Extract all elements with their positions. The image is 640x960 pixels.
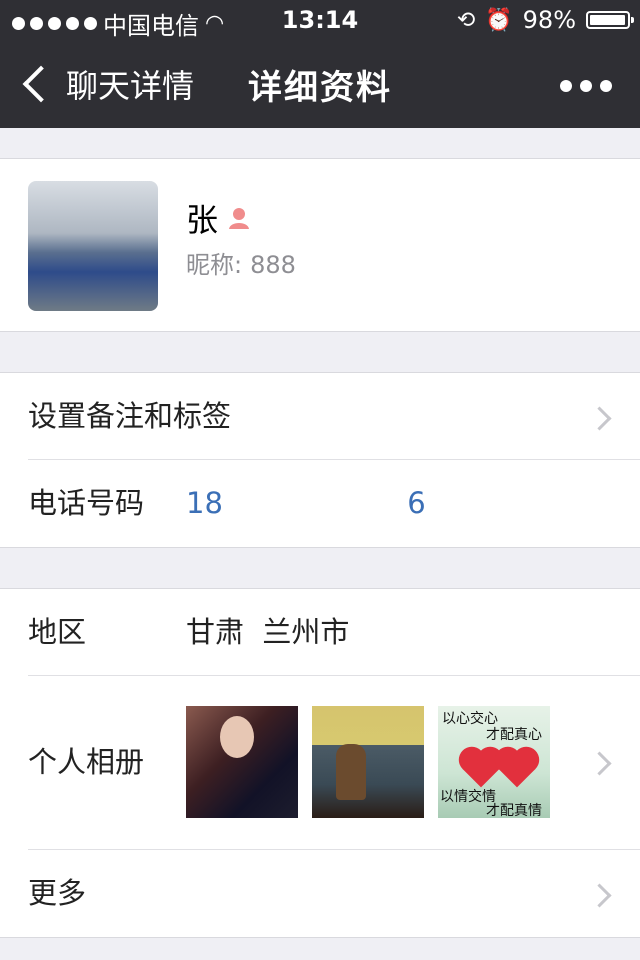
status-right: ⟲ ⏰ 98% xyxy=(456,6,634,34)
region-row: 地区 甘肃 兰州市 xyxy=(0,589,640,675)
profile-name: 张 xyxy=(186,201,219,239)
info-group-1: 设置备注和标签 电话号码 18 6 xyxy=(0,372,640,548)
album-photo[interactable] xyxy=(186,706,298,818)
nickname-row: 昵称: 888 xyxy=(186,245,296,280)
personal-album-label: 个人相册 xyxy=(28,745,145,779)
album-photos: 以心交心 才配真心 以情交情 才配真情 xyxy=(186,706,550,818)
alarm-icon: ⏰ xyxy=(485,7,513,33)
female-icon xyxy=(229,208,250,229)
photo-text: 才配真心 xyxy=(486,727,542,743)
more-label: 更多 xyxy=(28,876,87,910)
rotation-lock-icon: ⟲ xyxy=(456,7,476,33)
more-options-button[interactable] xyxy=(560,80,612,92)
more-dot-icon xyxy=(580,80,592,92)
info-group-2: 地区 甘肃 兰州市 个人相册 以心交心 才配真心 以情交情 才配真情 更多 xyxy=(0,588,640,938)
more-dot-icon xyxy=(600,80,612,92)
chevron-right-icon xyxy=(587,751,612,776)
page-title: 详细资料 xyxy=(248,68,392,108)
album-photo[interactable]: 以心交心 才配真心 以情交情 才配真情 xyxy=(438,706,550,818)
chevron-right-icon xyxy=(587,406,612,431)
remark-and-tags-row[interactable]: 设置备注和标签 xyxy=(0,373,640,459)
phone-value[interactable]: 18 6 xyxy=(186,460,426,546)
battery-level xyxy=(590,15,626,25)
profile-name-row: 张 xyxy=(186,195,252,241)
battery-icon xyxy=(586,11,634,29)
photo-text: 才配真情 xyxy=(486,803,542,818)
chevron-right-icon xyxy=(587,883,612,908)
region-label: 地区 xyxy=(28,615,87,649)
top-bar: 中国电信 ◠ 13:14 ⟲ ⏰ 98% 聊天详情 详细资料 xyxy=(0,0,640,128)
personal-album-row[interactable]: 个人相册 以心交心 才配真心 以情交情 才配真情 xyxy=(0,676,640,848)
phone-label: 电话号码 xyxy=(28,486,145,520)
album-photo[interactable] xyxy=(312,706,424,818)
remark-and-tags-label: 设置备注和标签 xyxy=(28,399,232,433)
battery-percentage: 98% xyxy=(522,6,576,34)
nickname-value: 888 xyxy=(250,251,296,279)
nickname-label: 昵称: xyxy=(186,251,243,279)
navigation-bar: 聊天详情 详细资料 xyxy=(0,40,640,128)
heart-icon xyxy=(498,750,536,788)
status-bar: 中国电信 ◠ 13:14 ⟲ ⏰ 98% xyxy=(0,0,640,40)
profile-card: 张 昵称: 888 xyxy=(0,158,640,332)
avatar[interactable] xyxy=(28,181,158,311)
more-row[interactable]: 更多 xyxy=(0,850,640,936)
region-value: 甘肃 兰州市 xyxy=(186,615,350,649)
more-dot-icon xyxy=(560,80,572,92)
phone-row[interactable]: 电话号码 18 6 xyxy=(0,460,640,546)
